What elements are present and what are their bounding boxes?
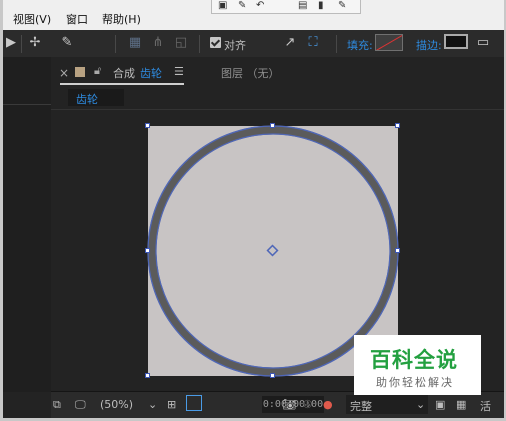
shape-path-inner bbox=[155, 133, 391, 369]
transform-handle[interactable] bbox=[270, 123, 275, 128]
mask-visibility-icon[interactable] bbox=[186, 395, 202, 411]
menu-bar: 视图(V) 窗口 帮助(H) ▣ ✎ ↶ ▤ ▮ ✎ bbox=[3, 0, 504, 30]
label-color-icon bbox=[75, 67, 85, 77]
transform-handle[interactable] bbox=[270, 373, 275, 378]
viewer-statusbar: ⧉ 🖵︎ (50%) ⌄ ⊞ 0:00:00:00 📷︎ ✇ ● 完整 ⌄ ▣ … bbox=[51, 391, 504, 419]
resolution-icon[interactable]: ⊞ bbox=[167, 398, 176, 411]
transform-handle[interactable] bbox=[395, 248, 400, 253]
camera-icon[interactable]: ▤ bbox=[298, 0, 307, 11]
active-camera-label[interactable]: 活 bbox=[480, 398, 491, 414]
preview-icon[interactable]: ⧉ bbox=[53, 398, 61, 412]
transform-handle[interactable] bbox=[145, 373, 150, 378]
show-snapshot-icon[interactable]: ✇ bbox=[303, 398, 312, 411]
tab-layer[interactable]: 图层 （无） bbox=[221, 65, 280, 81]
menu-help[interactable]: 帮助(H) bbox=[102, 11, 141, 27]
panel-divider bbox=[51, 109, 504, 110]
transform-handle[interactable] bbox=[395, 123, 400, 128]
toolbar: ▶ ✢ ✎ ▦ ⋔ ◱ 对齐 ↗ ⛶ 填充: 描边: ▭ bbox=[3, 30, 504, 58]
comp-breadcrumb[interactable]: 齿轮 bbox=[68, 89, 124, 106]
menu-view[interactable]: 视图(V) bbox=[13, 11, 51, 27]
play-icon[interactable]: ▶ bbox=[3, 36, 19, 50]
menu-window[interactable]: 窗口 bbox=[66, 11, 88, 27]
close-tab-icon[interactable]: × bbox=[59, 66, 69, 80]
save-icon[interactable]: ▮ bbox=[318, 0, 324, 11]
pen-icon[interactable]: ✎ bbox=[238, 0, 246, 11]
chevron-down-icon[interactable]: ⌄ bbox=[148, 398, 157, 411]
window-border bbox=[0, 0, 3, 421]
color-channels-icon[interactable]: ● bbox=[323, 398, 333, 411]
transform-handle[interactable] bbox=[145, 248, 150, 253]
stroke-width-icon[interactable]: ▭ bbox=[475, 36, 491, 50]
snapshot-icon[interactable]: 📷︎ bbox=[282, 398, 296, 411]
lock-icon[interactable]: 🔓︎ bbox=[94, 64, 101, 78]
floating-toolbar: ▣ ✎ ↶ ▤ ▮ ✎ bbox=[211, 0, 361, 14]
expand-icon[interactable]: ⛶ bbox=[305, 36, 321, 50]
monitor-icon[interactable]: 🖵︎ bbox=[75, 398, 86, 412]
puppet-pin-icon[interactable]: ✢ bbox=[27, 36, 43, 50]
watermark-logo: 百科全说 助你轻松解决 bbox=[354, 335, 481, 395]
breadcrumb-item[interactable]: 齿轮 bbox=[76, 91, 98, 107]
zoom-select[interactable]: (50%) bbox=[100, 398, 133, 411]
tab-comp-name[interactable]: 齿轮 bbox=[140, 65, 162, 81]
anchor-point-icon[interactable] bbox=[266, 244, 279, 257]
arrow-tool-icon[interactable]: ↗ bbox=[282, 36, 298, 50]
stroke-label[interactable]: 描边: bbox=[416, 37, 442, 53]
toolbar-divider bbox=[336, 35, 337, 53]
toolbar-divider bbox=[115, 35, 116, 53]
grid-tool-icon[interactable]: ▦ bbox=[127, 36, 143, 50]
fork-tool-icon[interactable]: ⋔ bbox=[150, 36, 166, 50]
project-panel-edge bbox=[3, 57, 52, 392]
quality-value: 完整 bbox=[350, 400, 372, 413]
frame-tool-icon[interactable]: ◱ bbox=[173, 36, 189, 50]
toolbar-divider bbox=[21, 35, 22, 53]
panel-divider bbox=[3, 104, 51, 105]
undo-icon[interactable]: ↶ bbox=[256, 0, 264, 11]
transform-handle[interactable] bbox=[145, 123, 150, 128]
panel-menu-icon[interactable]: ☰ bbox=[174, 65, 184, 78]
chevron-down-icon[interactable]: ⌄ bbox=[416, 398, 425, 411]
edit-icon[interactable]: ✎ bbox=[338, 0, 346, 11]
toolbar-divider bbox=[199, 35, 200, 53]
doc-icon[interactable]: ▣ bbox=[218, 0, 227, 11]
watermark-subtitle: 助你轻松解决 bbox=[376, 376, 454, 389]
watermark-title: 百科全说 bbox=[370, 348, 458, 372]
stroke-color-swatch[interactable] bbox=[444, 34, 468, 49]
align-label: 对齐 bbox=[224, 39, 246, 52]
fill-label[interactable]: 填充: bbox=[347, 37, 373, 53]
pin-icon[interactable]: ✎ bbox=[59, 36, 75, 50]
transparency-grid-icon[interactable]: ▦ bbox=[456, 398, 466, 411]
fill-color-swatch[interactable] bbox=[375, 34, 403, 51]
align-checkbox[interactable] bbox=[210, 37, 221, 48]
active-tab-underline bbox=[60, 83, 184, 85]
tab-comp-label[interactable]: 合成 bbox=[113, 65, 135, 81]
region-of-interest-icon[interactable]: ▣ bbox=[435, 398, 445, 411]
